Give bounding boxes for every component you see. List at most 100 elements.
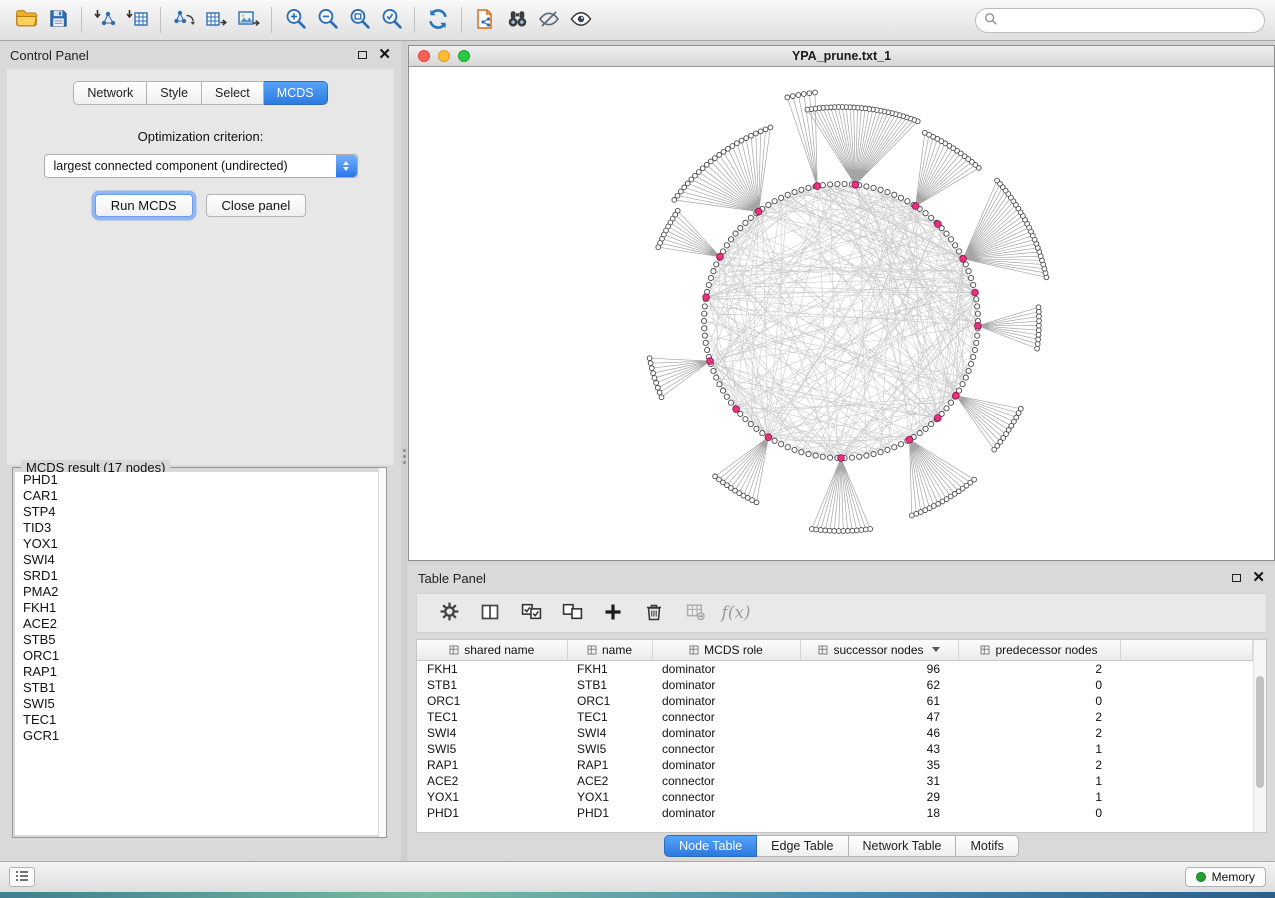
table-row[interactable]: STB1STB1dominator620 (417, 677, 1253, 693)
table-scrollbar-thumb[interactable] (1256, 676, 1264, 788)
mcds-result-item[interactable]: PHD1 (15, 472, 384, 488)
select-all-rows-button[interactable] (519, 601, 543, 625)
delete-column-button[interactable] (642, 601, 666, 625)
column-header-predecessor-nodes[interactable]: predecessor nodes (958, 640, 1120, 660)
mcds-list-scrollbar[interactable] (378, 468, 386, 837)
export-table-button[interactable] (200, 4, 232, 36)
close-panel-icon[interactable]: ✕ (378, 50, 391, 60)
run-mcds-button[interactable]: Run MCDS (95, 194, 193, 217)
save-session-button[interactable] (42, 4, 74, 36)
control-panel-titlebar: Control Panel ✕ (0, 41, 401, 69)
float-panel-icon[interactable] (358, 51, 367, 59)
mcds-result-item[interactable]: ACE2 (15, 616, 384, 632)
clone-network-button[interactable] (168, 4, 200, 36)
search-box (975, 8, 1265, 33)
table-row[interactable]: FKH1FKH1dominator962 (417, 660, 1253, 677)
zoom-in-button[interactable] (279, 4, 311, 36)
table-settings-button[interactable] (437, 601, 461, 625)
mcds-result-item[interactable]: ORC1 (15, 648, 384, 664)
checked-boxes-icon (521, 601, 542, 625)
search-input[interactable] (998, 13, 1256, 27)
table-panel-title: Table Panel (418, 571, 486, 586)
panel-divider[interactable] (401, 41, 407, 861)
table-row[interactable]: RAP1RAP1dominator352 (417, 757, 1253, 773)
mcds-result-item[interactable]: FKH1 (15, 600, 384, 616)
mcds-result-item[interactable]: SWI4 (15, 552, 384, 568)
add-column-button[interactable] (601, 601, 625, 625)
memory-button[interactable]: Memory (1185, 867, 1266, 887)
mcds-result-item[interactable]: RAP1 (15, 664, 384, 680)
application-window: Control Panel ✕ Network Style Select MCD… (0, 0, 1275, 898)
tab-motifs[interactable]: Motifs (956, 835, 1018, 857)
table-row[interactable]: SWI4SWI4dominator462 (417, 725, 1253, 741)
table-scrollbar[interactable] (1253, 640, 1266, 832)
export-image-button[interactable] (232, 4, 264, 36)
open-session-button[interactable] (10, 4, 42, 36)
hide-selected-button[interactable] (533, 4, 565, 36)
tab-mcds[interactable]: MCDS (264, 81, 328, 105)
sort-icon (449, 645, 459, 655)
node-table-container: shared name name MCDS role successor nod… (416, 639, 1267, 833)
window-minimize-icon[interactable] (438, 50, 450, 62)
tab-select[interactable]: Select (202, 81, 264, 105)
mcds-result-item[interactable]: TID3 (15, 520, 384, 536)
column-header-successor-nodes[interactable]: successor nodes (800, 640, 958, 660)
table-row[interactable]: PHD1PHD1dominator180 (417, 805, 1253, 821)
apply-layout-button[interactable] (422, 4, 454, 36)
window-maximize-icon[interactable] (458, 50, 470, 62)
zoom-out-button[interactable] (311, 4, 343, 36)
mcds-result-item[interactable]: TEC1 (15, 712, 384, 728)
show-columns-button[interactable] (478, 601, 502, 625)
chevron-down-icon (932, 647, 940, 652)
tab-edge-table[interactable]: Edge Table (757, 835, 848, 857)
memory-label: Memory (1212, 870, 1255, 884)
mcds-result-item[interactable]: SWI5 (15, 696, 384, 712)
share-document-button[interactable] (469, 4, 501, 36)
toolbar-separator (414, 7, 415, 33)
control-panel: Control Panel ✕ Network Style Select MCD… (0, 41, 401, 861)
mcds-result-item[interactable]: SRD1 (15, 568, 384, 584)
table-row[interactable]: ACE2ACE2connector311 (417, 773, 1253, 789)
tab-node-table[interactable]: Node Table (664, 835, 757, 857)
column-header-mcds-role[interactable]: MCDS role (652, 640, 800, 660)
table-row[interactable]: TEC1TEC1connector472 (417, 709, 1253, 725)
tab-network[interactable]: Network (73, 81, 147, 105)
column-header-name[interactable]: name (567, 640, 652, 660)
criterion-dropdown[interactable]: largest connected component (undirected) (44, 154, 358, 178)
status-bar: Memory (0, 861, 1275, 892)
mcds-result-box: MCDS result (17 nodes) PHD1CAR1STP4TID3Y… (12, 467, 387, 838)
function-builder-button: f(x) (724, 601, 748, 625)
import-network-icon (93, 7, 117, 34)
import-table-button[interactable] (121, 4, 153, 36)
find-button[interactable] (501, 4, 533, 36)
window-close-icon[interactable] (418, 50, 430, 62)
table-row[interactable]: ORC1ORC1dominator610 (417, 693, 1253, 709)
zoom-selected-button[interactable] (375, 4, 407, 36)
mcds-result-item[interactable]: GCR1 (15, 728, 384, 744)
mcds-result-item[interactable]: CAR1 (15, 488, 384, 504)
mcds-result-item[interactable]: STB1 (15, 680, 384, 696)
column-header-shared-name[interactable]: shared name (417, 640, 567, 660)
control-panel-title: Control Panel (10, 48, 89, 63)
table-row[interactable]: SWI5SWI5connector431 (417, 741, 1253, 757)
mcds-result-item[interactable]: STP4 (15, 504, 384, 520)
close-panel-button[interactable]: Close panel (206, 194, 307, 217)
close-table-panel-icon[interactable]: ✕ (1252, 573, 1265, 583)
show-all-button[interactable] (565, 4, 597, 36)
deselect-all-rows-button[interactable] (560, 601, 584, 625)
network-view-canvas[interactable] (409, 67, 1274, 560)
zoom-fit-button[interactable] (343, 4, 375, 36)
float-table-panel-icon[interactable] (1232, 574, 1241, 582)
import-network-button[interactable] (89, 4, 121, 36)
mcds-result-item[interactable]: YOX1 (15, 536, 384, 552)
mcds-result-list[interactable]: PHD1CAR1STP4TID3YOX1SWI4SRD1PMA2FKH1ACE2… (15, 472, 384, 835)
mcds-result-item[interactable]: STB5 (15, 632, 384, 648)
eye-slash-icon (537, 7, 561, 34)
mcds-result-item[interactable]: PMA2 (15, 584, 384, 600)
task-history-button[interactable] (9, 867, 35, 887)
tab-style[interactable]: Style (147, 81, 202, 105)
folder-icon (14, 6, 39, 34)
table-row[interactable]: YOX1YOX1connector291 (417, 789, 1253, 805)
tab-network-table[interactable]: Network Table (849, 835, 957, 857)
network-window-titlebar[interactable]: YPA_prune.txt_1 (409, 46, 1274, 67)
